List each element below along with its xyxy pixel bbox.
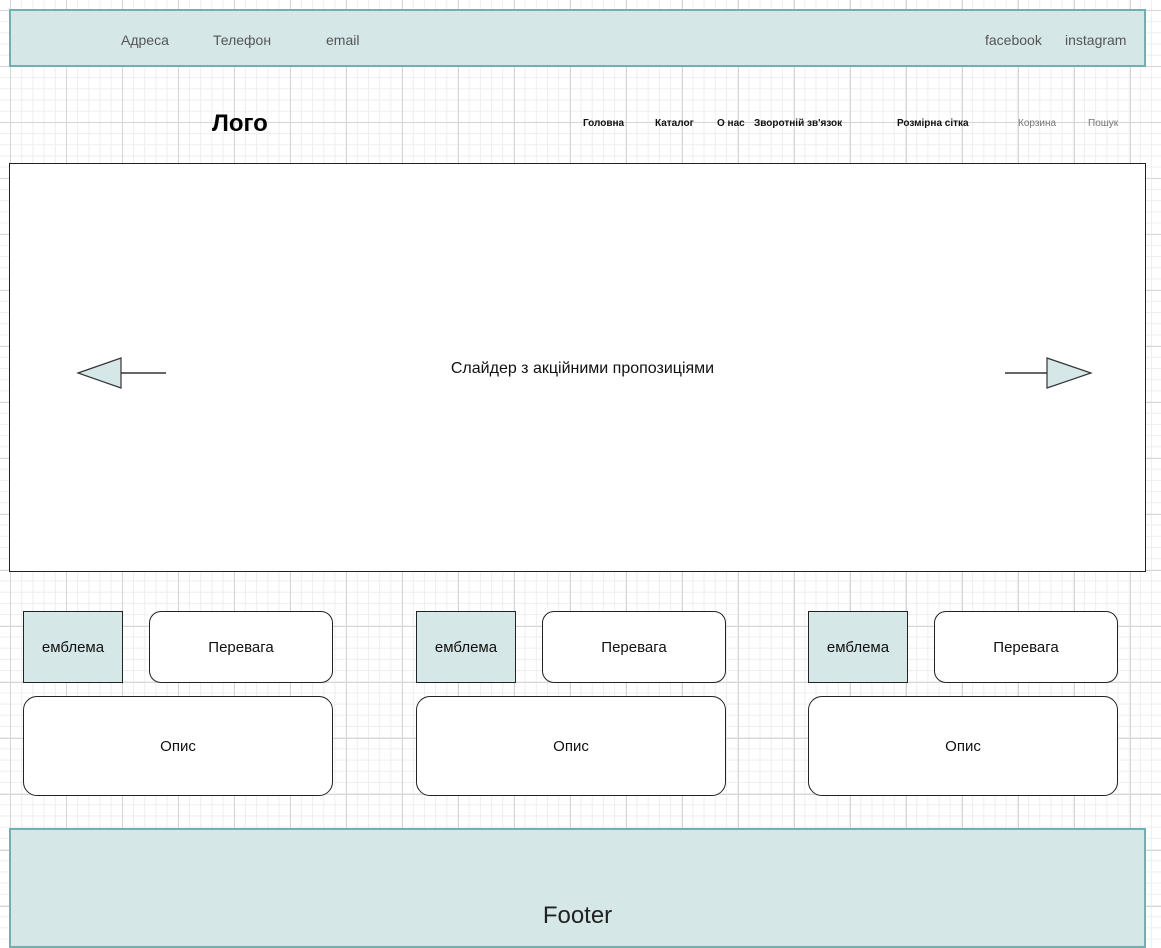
facebook-link[interactable]: facebook	[985, 32, 1042, 48]
email-link[interactable]: email	[326, 32, 359, 48]
nav-item-about[interactable]: О нас	[717, 118, 745, 129]
advantage-box: Перевага	[542, 611, 726, 683]
nav-item-catalog[interactable]: Каталог	[655, 118, 694, 129]
arrow-right-icon[interactable]	[1003, 355, 1095, 391]
nav-item-feedback[interactable]: Зворотній зв'язок	[754, 118, 842, 129]
description-box: Опис	[808, 696, 1118, 796]
footer-label: Footer	[542, 902, 613, 929]
description-box: Опис	[23, 696, 333, 796]
cart-link[interactable]: Корзина	[1018, 118, 1056, 129]
instagram-link[interactable]: instagram	[1065, 32, 1126, 48]
slider-caption: Слайдер з акційними пропозиціями	[450, 360, 715, 377]
address-link[interactable]: Адреса	[121, 32, 169, 48]
emblem-box: емблема	[416, 611, 516, 683]
arrow-left-icon[interactable]	[76, 355, 168, 391]
nav-item-home[interactable]: Головна	[583, 118, 624, 129]
nav-item-size-chart[interactable]: Розмірна сітка	[897, 118, 969, 129]
footer: Footer	[9, 828, 1146, 948]
description-box: Опис	[416, 696, 726, 796]
logo[interactable]: Лого	[212, 110, 268, 138]
search-link[interactable]: Пошук	[1088, 118, 1118, 129]
emblem-box: емблема	[23, 611, 123, 683]
top-bar: Адреса Телефон email facebook instagram	[9, 9, 1146, 67]
advantage-box: Перевага	[934, 611, 1118, 683]
advantage-box: Перевага	[149, 611, 333, 683]
emblem-box: емблема	[808, 611, 908, 683]
phone-link[interactable]: Телефон	[213, 32, 271, 48]
